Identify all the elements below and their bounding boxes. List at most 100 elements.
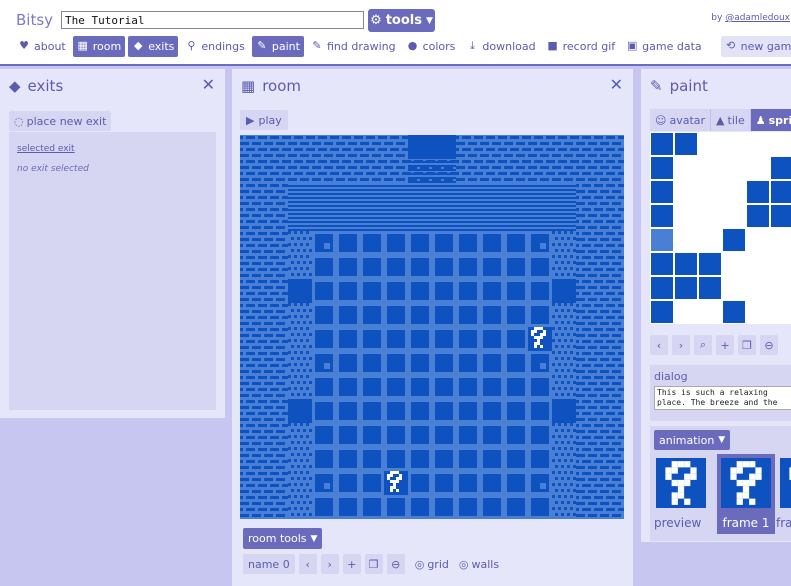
paint-pixel[interactable] <box>723 301 745 323</box>
paint-pixel[interactable] <box>771 157 791 179</box>
paint-pixel[interactable] <box>651 229 673 251</box>
paint-drawing[interactable] <box>650 132 791 324</box>
duplicate-drawing-button[interactable]: ❐ <box>738 335 756 355</box>
paint-pixel[interactable] <box>651 253 673 275</box>
brick <box>606 136 615 139</box>
close-icon[interactable]: ✕ <box>202 75 215 94</box>
paint-pixel[interactable] <box>651 205 673 227</box>
paint-pixel[interactable] <box>747 205 769 227</box>
brick <box>354 172 363 175</box>
close-icon[interactable]: ✕ <box>610 75 623 94</box>
pillar-dot <box>555 453 558 456</box>
tab-tile[interactable]: ▲ tile <box>711 109 751 131</box>
brick <box>612 286 621 289</box>
paint-canvas[interactable] <box>650 132 791 324</box>
roof-stripe <box>288 229 576 231</box>
pillar-dot <box>552 375 555 378</box>
pillar-dot <box>300 243 303 246</box>
brick <box>240 184 243 187</box>
paint-pixel[interactable] <box>771 205 791 227</box>
tools-button[interactable]: ⚙ tools ▼ <box>368 9 435 32</box>
paint-pixel[interactable] <box>771 181 791 203</box>
room-name-field[interactable]: name 0 <box>243 554 295 574</box>
frame-2[interactable]: fra <box>776 454 791 534</box>
nav-endings[interactable]: ⚲ endings <box>181 36 248 57</box>
brick <box>600 394 609 397</box>
paint-pixel[interactable] <box>675 277 697 299</box>
nav-paint[interactable]: ✎ paint <box>251 35 304 57</box>
nav-exits[interactable]: ◆ exits <box>128 35 179 57</box>
delete-room-button[interactable]: ⊖ <box>386 554 405 574</box>
brick <box>258 388 267 391</box>
brick <box>252 346 261 349</box>
brick <box>264 214 273 217</box>
place-new-exit-button[interactable]: ◌ place new exit <box>9 111 112 131</box>
brick <box>492 142 501 145</box>
paint-pixel[interactable] <box>723 229 745 251</box>
frame-1[interactable]: frame 1 <box>717 454 775 534</box>
add-drawing-button[interactable]: + <box>716 335 734 355</box>
paint-pixel[interactable] <box>699 253 721 275</box>
next-drawing-button[interactable]: › <box>672 335 690 355</box>
paint-pixel[interactable] <box>651 277 673 299</box>
nav-room[interactable]: ▦ room <box>72 35 126 57</box>
nav-room-label: room <box>92 39 122 53</box>
floor-tile <box>483 234 501 252</box>
pillar-dot <box>300 375 303 378</box>
nav-record-gif[interactable]: ■ record gif <box>543 36 620 57</box>
paint-pixel[interactable] <box>651 301 673 323</box>
walls-toggle[interactable]: ◎ walls <box>459 558 499 571</box>
tab-avatar[interactable]: ☺ avatar <box>650 109 712 131</box>
brick <box>288 178 297 181</box>
nav-game-data[interactable]: ▣ game data <box>622 36 705 57</box>
paint-pixel[interactable] <box>699 277 721 299</box>
grid-toggle[interactable]: ◎ grid <box>415 558 449 571</box>
brick <box>582 160 591 163</box>
brick <box>240 292 243 295</box>
add-room-button[interactable]: + <box>342 554 361 574</box>
room-drawing[interactable] <box>240 135 624 519</box>
new-game-button[interactable]: ⟲ new game <box>720 35 791 57</box>
brick <box>264 226 273 229</box>
paint-pixel[interactable] <box>651 181 673 203</box>
animation-button[interactable]: animation ▼ <box>654 430 731 450</box>
floor-tile <box>531 306 549 324</box>
byline-prefix: by <box>711 13 723 23</box>
thumb-pixel <box>677 461 685 468</box>
plus-icon: + <box>720 338 730 352</box>
nav-colors[interactable]: ● colors <box>403 36 460 57</box>
floor-tile <box>387 258 405 276</box>
paint-pixel[interactable] <box>651 157 673 179</box>
dialog-textarea[interactable]: This is such a relaxing place. The breez… <box>654 386 791 410</box>
room-tools-button[interactable]: room tools ▼ <box>243 528 323 549</box>
prev-room-button[interactable]: ‹ <box>298 554 317 574</box>
author-link[interactable]: @adamledoux <box>725 13 790 23</box>
brick <box>312 178 321 181</box>
brick <box>606 220 615 223</box>
floor-tile <box>363 354 381 372</box>
preview-frame[interactable]: preview <box>652 454 710 534</box>
nav-about[interactable]: ♥ about <box>14 36 70 57</box>
game-title-input[interactable] <box>61 11 364 29</box>
paint-pixel[interactable] <box>747 181 769 203</box>
brick <box>324 154 333 157</box>
pillar-dot <box>294 339 297 342</box>
pillar-dot <box>561 429 564 432</box>
paint-pixel[interactable] <box>675 253 697 275</box>
nav-download[interactable]: ⤓ download <box>462 36 539 57</box>
brick <box>360 178 369 181</box>
room-canvas[interactable] <box>240 135 624 519</box>
tab-sprite[interactable]: ♟sprite <box>750 109 791 131</box>
duplicate-room-button[interactable]: ❐ <box>364 554 383 574</box>
paint-pixel[interactable] <box>651 133 673 155</box>
next-room-button[interactable]: › <box>320 554 339 574</box>
minus-circle-icon: ⊖ <box>391 557 401 571</box>
brick <box>486 172 495 175</box>
play-button[interactable]: ▶ play <box>240 110 288 130</box>
delete-drawing-button[interactable]: ⊖ <box>760 335 778 355</box>
pillar-dot <box>306 339 309 342</box>
find-drawing-button[interactable]: ⌕ <box>694 335 712 355</box>
nav-find-drawing[interactable]: ✎ find drawing <box>307 36 400 57</box>
prev-drawing-button[interactable]: ‹ <box>650 335 668 355</box>
paint-pixel[interactable] <box>675 133 697 155</box>
